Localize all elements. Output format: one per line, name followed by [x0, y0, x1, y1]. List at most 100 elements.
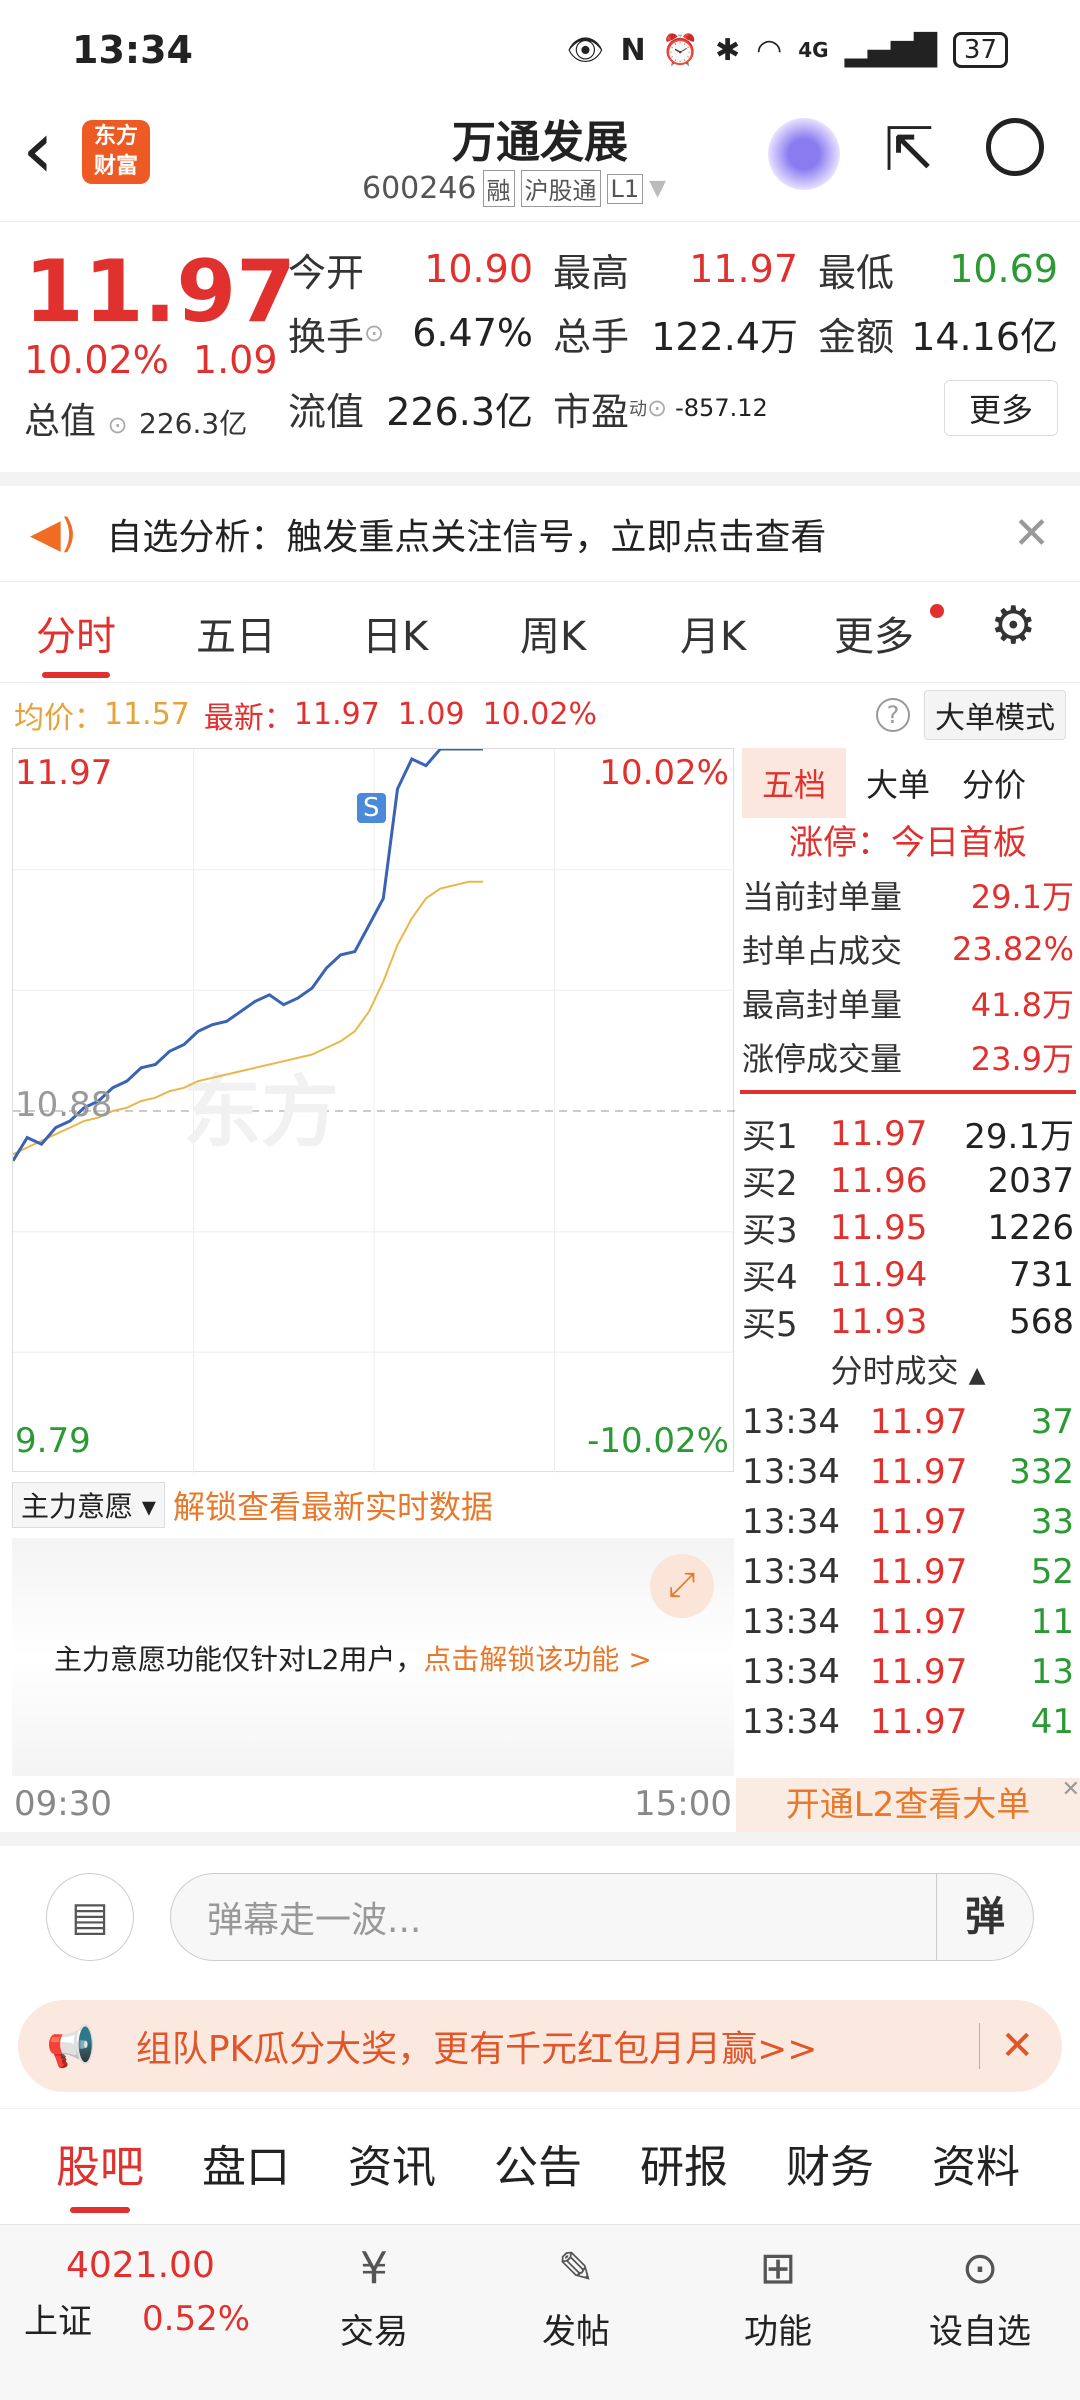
share-icon[interactable]: ⇱	[884, 110, 934, 190]
barrage-input[interactable]: 弹幕走一波... 弹	[170, 1873, 1034, 1961]
bid-row: 买2 11.96 2037	[736, 1157, 1080, 1205]
tab-forum[interactable]: 股吧	[56, 2131, 144, 2213]
nav-functions[interactable]: ⊞ 功能	[728, 2243, 828, 2353]
bid-label: 买1	[742, 1117, 798, 1157]
tick-row: 13:34 11.97 33	[736, 1497, 1080, 1547]
tab-big-orders[interactable]: 大单	[866, 760, 930, 806]
more-button[interactable]: 更多	[943, 380, 1058, 436]
tab-price-dist[interactable]: 分价	[962, 760, 1026, 806]
tick-price: 11.97	[869, 1702, 968, 1742]
bid-row: 买3 11.95 1226	[736, 1204, 1080, 1252]
stock-title: 万通发展	[452, 117, 628, 168]
tick-price: 11.97	[869, 1502, 968, 1542]
sell-marker-icon[interactable]: S	[357, 793, 386, 823]
bid-label: 买3	[742, 1211, 798, 1251]
network-label: 4G	[798, 38, 829, 62]
order-book-tabs: 五档 大单 分价	[736, 748, 1080, 818]
help-icon[interactable]: ?	[876, 697, 910, 732]
quote-panel: 11.97 10.02% 1.09 总值 ⊙ 226.3亿 今开 10.90 最高…	[0, 222, 1080, 472]
tab-intraday[interactable]: 分时	[36, 604, 116, 678]
back-button[interactable]: ‹	[22, 100, 54, 200]
megaphone-icon: 📢	[46, 2023, 96, 2070]
stock-code-row[interactable]: 600246 融 沪股通 L1 ▼	[362, 170, 666, 207]
pct-top-label: 10.02%	[599, 753, 729, 793]
bid-qty: 568	[1009, 1301, 1074, 1342]
notes-icon[interactable]: ▤	[46, 1873, 134, 1961]
main-force-panel: 主力意愿功能仅针对L2用户，点击解锁该功能 > ⤢	[12, 1538, 734, 1776]
period-tabs: 分时 五日 日K 周K 月K 更多 ⚙	[0, 582, 1080, 682]
tick-time: 13:34	[742, 1602, 840, 1642]
unlock-link[interactable]: 解锁查看最新实时数据	[173, 1482, 493, 1528]
close-icon[interactable]: ✕	[1013, 508, 1050, 559]
tick-qty: 33	[1030, 1502, 1074, 1542]
stat-label: 金额	[818, 314, 895, 359]
header: ‹ 东方 财富 万通发展 600246 融 沪股通 L1 ▼ ⇱	[0, 100, 1080, 222]
tab-five-day[interactable]: 五日	[196, 604, 276, 662]
tick-row: 13:34 11.97 11	[736, 1597, 1080, 1647]
expand-icon[interactable]: ⤢	[650, 1554, 714, 1618]
l2-upsell[interactable]: 开通L2查看大单 ✕	[736, 1778, 1080, 1832]
tab-more[interactable]: 更多	[834, 604, 914, 662]
tab-research[interactable]: 研报	[640, 2131, 728, 2195]
info-icon: ⊙	[647, 394, 668, 422]
time-end: 15:00	[634, 1784, 732, 1824]
bottom-nav: 4021.00 上证 0.52% ¥ 交易 ✎ 发帖 ⊞ 功能 ⊙ 设自选	[0, 2224, 1080, 2400]
barrage-send-button[interactable]: 弹	[936, 1873, 1033, 1961]
avg-label: 均价：	[14, 700, 104, 736]
search-icon[interactable]	[986, 118, 1044, 176]
stat-turnover: 换手 ⊙ 6.47%	[288, 306, 553, 361]
stat-value: 41.8万	[970, 986, 1074, 1024]
stat-value: 122.4万	[651, 314, 798, 359]
tab-weekly-k[interactable]: 周K	[520, 604, 586, 662]
close-icon[interactable]: ✕	[1062, 1778, 1080, 1802]
nav-label: 功能	[744, 2312, 812, 2352]
notice-banner[interactable]: ◀) 自选分析：触发重点关注信号，立即点击查看 ✕	[0, 472, 1080, 582]
bid-row: 买1 11.97 29.1万	[736, 1110, 1080, 1158]
avg-value: 11.57	[104, 697, 190, 732]
nav-add-watchlist[interactable]: ⊙ 设自选	[920, 2243, 1040, 2353]
gear-icon[interactable]: ⚙	[990, 596, 1037, 656]
main-force-select[interactable]: 主力意愿 ▾	[12, 1482, 165, 1528]
stat-value: 11.97	[689, 247, 798, 291]
nav-post[interactable]: ✎ 发帖	[526, 2243, 626, 2353]
tick-qty: 41	[1030, 1702, 1074, 1742]
status-bar: 13:34 👁 N ⏰ ✱ ◠ 4G ▂▄▆█ 37	[0, 0, 1080, 100]
assistant-avatar[interactable]	[768, 118, 840, 190]
logo-line-2: 财富	[93, 154, 138, 179]
stat-label: 最低	[818, 250, 895, 295]
nav-trade[interactable]: ¥ 交易	[324, 2243, 424, 2353]
tick-time: 13:34	[742, 1502, 840, 1542]
stat-label: 总值	[24, 401, 97, 442]
stat-label: 涨停成交量	[742, 1040, 903, 1078]
bid-qty: 29.1万	[964, 1117, 1074, 1157]
divider	[740, 1090, 1076, 1094]
close-icon[interactable]: ✕	[979, 2023, 1034, 2069]
tab-news[interactable]: 资讯	[348, 2131, 436, 2195]
limit-stat-row: 封单占成交 23.82%	[736, 922, 1080, 976]
pct-bot-label: -10.02%	[587, 1421, 729, 1461]
index-ticker[interactable]: 4021.00 上证 0.52%	[24, 2245, 284, 2343]
tab-five-levels[interactable]: 五档	[742, 748, 847, 818]
barrage-placeholder: 弹幕走一波...	[207, 1900, 422, 1941]
bid-label: 买2	[742, 1164, 798, 1204]
tab-profile[interactable]: 资料	[932, 2131, 1020, 2195]
tab-handicap[interactable]: 盘口	[202, 2131, 290, 2195]
nav-label: 设自选	[929, 2312, 1031, 2352]
stock-code: 600246	[362, 171, 477, 206]
ticks-list: 13:34 11.97 37 13:34 11.97 332 13:34 11.97 33 13:…	[736, 1397, 1080, 1747]
last-label: 最新：	[203, 700, 294, 736]
order-book: 五档 大单 分价 涨停：今日首板 当前封单量 29.1万 封单占成交 23.82% 最高…	[736, 748, 1080, 1832]
y-mid-label: 10.88	[15, 1085, 113, 1125]
tag-level: L1	[606, 173, 644, 204]
intraday-chart[interactable]: 东方 11.97 10.02% 10.88 9.79 -10.02% S	[12, 748, 735, 1473]
tab-daily-k[interactable]: 日K	[362, 604, 428, 662]
promo-banner[interactable]: 📢 组队PK瓜分大奖，更有千元红包月月赢>> ✕	[18, 2000, 1062, 2092]
main-force-unlock-link[interactable]: 点击解锁该功能 >	[423, 1643, 651, 1676]
ticks-header[interactable]: 分时成交 ▲	[736, 1345, 1080, 1397]
stat-low: 最低 10.69	[818, 242, 1058, 297]
tab-monthly-k[interactable]: 月K	[680, 604, 746, 662]
big-order-mode-button[interactable]: 大单模式	[924, 689, 1066, 740]
tab-announcements[interactable]: 公告	[494, 2131, 582, 2195]
tick-price: 11.97	[869, 1652, 968, 1692]
tab-finance[interactable]: 财务	[786, 2131, 874, 2195]
